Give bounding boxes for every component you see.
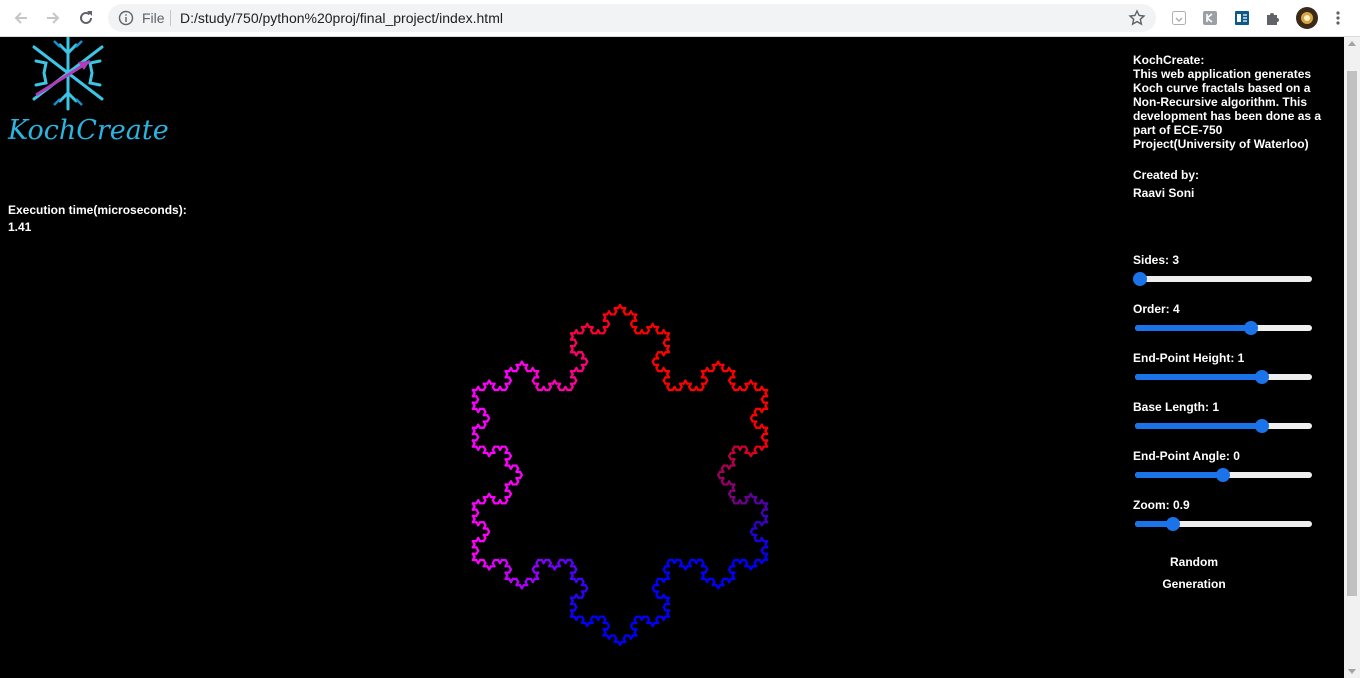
scrollbar-thumb[interactable] (1347, 71, 1357, 596)
forward-arrow-icon[interactable] (41, 6, 65, 30)
browser-toolbar: File D:/study/750/python%20proj/final_pr… (0, 0, 1360, 37)
info-icon[interactable] (118, 10, 134, 26)
execution-time-value: 1.41 (8, 220, 32, 234)
divider (170, 10, 171, 26)
about-line: Project(University of Waterloo) (1133, 137, 1309, 151)
extensions-puzzle-icon[interactable] (1264, 9, 1282, 27)
base-length-slider[interactable] (1133, 418, 1312, 433)
sides-label: Sides: 3 (1133, 253, 1180, 267)
scroll-up-arrow-icon[interactable] (1348, 41, 1356, 46)
zoom-label: Zoom: 0.9 (1133, 498, 1190, 512)
back-arrow-icon[interactable] (9, 6, 33, 30)
execution-time-label: Execution time(microseconds): (8, 203, 187, 217)
logo-wordmark: KochCreate (8, 115, 169, 146)
about-line: part of ECE-750 (1133, 123, 1223, 137)
order-label: Order: 4 (1133, 302, 1180, 316)
base-length-label: Base Length: 1 (1133, 400, 1220, 414)
extension-pdf-icon[interactable] (1170, 9, 1188, 27)
end-point-height-slider[interactable] (1133, 369, 1312, 384)
profile-avatar-icon[interactable] (1296, 7, 1318, 29)
created-by-label: Created by: (1133, 168, 1200, 182)
author-name: Raavi Soni (1133, 186, 1195, 200)
extension-reader-icon[interactable] (1201, 9, 1219, 27)
address-bar[interactable]: File D:/study/750/python%20proj/final_pr… (108, 4, 1156, 32)
menu-dots-icon[interactable] (1329, 9, 1347, 27)
scheme-label: File (142, 10, 165, 26)
koch-fractal-canvas (471, 303, 769, 647)
about-line: Non-Recursive algorithm. This (1133, 95, 1308, 109)
end-point-angle-slider[interactable] (1133, 467, 1312, 482)
url-text[interactable]: D:/study/750/python%20proj/final_project… (180, 10, 503, 26)
page-content: KochCreate Execution time(microseconds):… (0, 37, 1344, 678)
extension-dictionary-icon[interactable] (1233, 9, 1251, 27)
scroll-down-arrow-icon[interactable] (1348, 669, 1356, 674)
about-panel: KochCreate: This web application generat… (1133, 53, 1323, 151)
sides-slider[interactable] (1133, 271, 1312, 286)
about-line: This web application generates (1133, 67, 1312, 81)
reload-icon[interactable] (74, 6, 98, 30)
fractal-segment (617, 303, 622, 310)
random-generation-button[interactable]: Random Generation (1133, 550, 1255, 591)
end-point-height-label: End-Point Height: 1 (1133, 351, 1245, 365)
zoom-slider[interactable] (1133, 516, 1312, 531)
end-point-angle-label: End-Point Angle: 0 (1133, 449, 1240, 463)
about-title: KochCreate: (1133, 53, 1205, 67)
order-slider[interactable] (1133, 320, 1312, 335)
about-line: development has been done as a (1133, 109, 1322, 123)
bookmark-star-icon[interactable] (1128, 9, 1146, 27)
page-scrollbar[interactable] (1344, 37, 1360, 678)
about-line: Koch curve fractals based on a (1133, 81, 1311, 95)
